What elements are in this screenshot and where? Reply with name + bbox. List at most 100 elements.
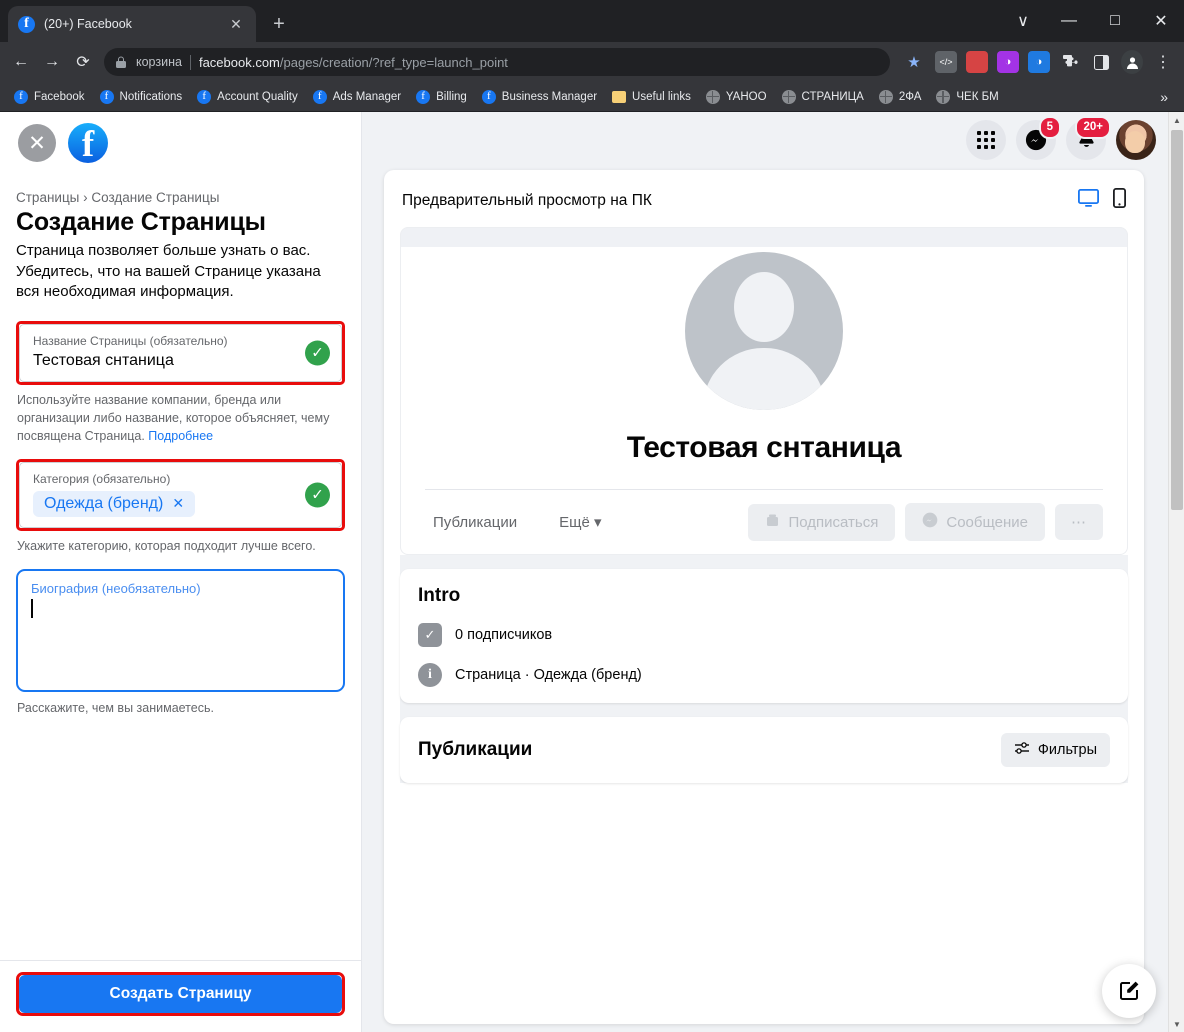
preview-tabs-row: Публикации Ещё ▾ Подписаться Сообщение ⋯: [425, 489, 1103, 554]
bookmark-label: 2ФА: [898, 90, 922, 103]
bookmark-label: Billing: [436, 90, 467, 103]
profile-picture[interactable]: [680, 247, 848, 415]
valid-check-icon: ✓: [305, 340, 330, 366]
chrome-menu-icon[interactable]: ⋮: [1149, 48, 1177, 76]
tab-posts[interactable]: Публикации: [425, 510, 525, 535]
main-content: 5 20+ Предварительный просмотр на ПК Тес…: [362, 112, 1184, 1032]
bookmark-star-icon[interactable]: ★: [899, 48, 929, 76]
chevron-down-icon: ▾: [593, 514, 602, 531]
category-chip[interactable]: Одежда (бренд) ✕: [33, 490, 196, 517]
globe-icon: [878, 89, 893, 104]
bookmark-chek-bm[interactable]: ЧЕК БМ: [930, 87, 1004, 107]
bookmark-notifications[interactable]: f Notifications: [94, 87, 189, 107]
bookmark-business-manager[interactable]: f Business Manager: [476, 87, 603, 107]
messenger-icon[interactable]: 5: [1016, 116, 1061, 160]
tab-more[interactable]: Ещё ▾: [551, 509, 609, 535]
scroll-up-icon[interactable]: ▲: [1169, 112, 1184, 128]
tab-more-label: Ещё: [559, 514, 590, 531]
posts-title: Публикации: [418, 739, 533, 760]
scroll-down-icon[interactable]: ▼: [1169, 1016, 1184, 1032]
more-options-icon[interactable]: ⋯: [1055, 504, 1103, 540]
preview-device-toggle: [1077, 187, 1126, 213]
new-tab-button[interactable]: +: [265, 10, 293, 38]
bookmark-stranitsa[interactable]: СТРАНИЦА: [776, 87, 870, 107]
filters-button[interactable]: Фильтры: [1000, 733, 1110, 767]
facebook-icon: f: [312, 89, 327, 104]
message-button[interactable]: Сообщение: [905, 503, 1045, 541]
follow-icon: [765, 513, 780, 532]
bookmark-yahoo[interactable]: YAHOO: [700, 87, 773, 107]
browser-tab[interactable]: f (20+) Facebook ✕: [8, 6, 256, 42]
minimize-icon[interactable]: —: [1046, 0, 1092, 42]
learn-more-link[interactable]: Подробнее: [148, 429, 213, 443]
bio-label: Биография (необязательно): [31, 580, 201, 596]
bookmark-label: Business Manager: [501, 90, 598, 103]
message-label: Сообщение: [946, 513, 1028, 531]
category-label: Категория (обязательно): [33, 472, 171, 486]
bookmark-label: Notifications: [119, 90, 183, 103]
browser-window: f (20+) Facebook ✕ + ∨ — □ ✕ ← → ⟳ корзи…: [0, 0, 1184, 1032]
site-label: корзина: [136, 55, 182, 69]
code-extension-icon[interactable]: </>: [935, 51, 957, 73]
bookmark-useful-links[interactable]: Useful links: [606, 88, 697, 106]
create-page-button[interactable]: Создать Страницу: [19, 975, 342, 1013]
bookmark-facebook[interactable]: f Facebook: [8, 87, 91, 107]
posts-card: Публикации Фильтры: [400, 717, 1128, 783]
folder-icon: [612, 90, 627, 103]
page-scrollbar[interactable]: ▲ ▼: [1168, 112, 1184, 1032]
close-icon[interactable]: ✕: [226, 14, 246, 34]
compose-icon[interactable]: [1102, 964, 1156, 1018]
bio-textarea[interactable]: Биография (необязательно): [16, 568, 345, 692]
facebook-icon: f: [99, 89, 114, 104]
bookmark-2fa[interactable]: 2ФА: [873, 87, 928, 107]
reload-icon[interactable]: ⟳: [69, 48, 97, 76]
scrollbar-thumb[interactable]: [1171, 130, 1183, 510]
bell-icon[interactable]: 20+: [1066, 116, 1111, 160]
maximize-icon[interactable]: □: [1092, 0, 1138, 42]
follow-button[interactable]: Подписаться: [748, 503, 896, 541]
globe-icon: [705, 89, 720, 104]
adblock-extension-icon[interactable]: [966, 51, 988, 73]
facebook-logo-icon[interactable]: f: [68, 123, 108, 163]
preview-page-name: Тестовая снтаница: [626, 431, 902, 464]
forward-icon[interactable]: →: [38, 48, 66, 76]
back-icon[interactable]: ←: [7, 48, 35, 76]
bookmarks-overflow-icon[interactable]: »: [1152, 89, 1176, 105]
page-name-input[interactable]: Название Страницы (обязательно) Тестовая…: [19, 323, 342, 382]
chevron-down-icon[interactable]: ∨: [1000, 0, 1046, 42]
close-window-icon[interactable]: ✕: [1138, 0, 1184, 42]
divider: [189, 54, 191, 70]
desktop-icon[interactable]: [1077, 188, 1100, 213]
facebook-icon: f: [197, 89, 212, 104]
category-field-highlight: Категория (обязательно) Одежда (бренд) ✕…: [16, 459, 345, 531]
sidepanel-icon[interactable]: [1087, 48, 1115, 76]
category-input[interactable]: Категория (обязательно) Одежда (бренд) ✕…: [19, 462, 342, 528]
blue-extension-icon[interactable]: ◑: [1028, 51, 1050, 73]
avatar[interactable]: [1116, 120, 1156, 160]
intro-row-followers: ✓ 0 подписчиков: [418, 623, 1110, 647]
puzzle-extensions-icon[interactable]: [1056, 48, 1084, 76]
facebook-icon: f: [481, 89, 496, 104]
profile-avatar-icon[interactable]: [1121, 50, 1143, 74]
bookmark-label: Account Quality: [217, 90, 298, 103]
purple-extension-icon[interactable]: ◑: [997, 51, 1019, 73]
grid-dots: [977, 131, 995, 149]
bookmark-label: СТРАНИЦА: [801, 90, 864, 103]
bookmark-label: ЧЕК БМ: [956, 90, 999, 103]
bookmark-ads-manager[interactable]: f Ads Manager: [307, 87, 407, 107]
preview-title: Предварительный просмотр на ПК: [402, 191, 652, 209]
bookmark-account-quality[interactable]: f Account Quality: [191, 87, 304, 107]
window-controls: ∨ — □ ✕: [1000, 0, 1184, 42]
address-bar[interactable]: корзина facebook.com/pages/creation/?ref…: [104, 48, 890, 76]
grid-menu-icon[interactable]: [966, 120, 1006, 160]
page-name-helper: Используйте название компании, бренда ил…: [17, 391, 344, 445]
preview-actions: Подписаться Сообщение ⋯: [748, 503, 1103, 541]
mobile-icon[interactable]: [1112, 187, 1126, 213]
page-creation-sidebar: ✕ f Страницы › Создание Страницы Создани…: [0, 112, 362, 1032]
close-icon[interactable]: ✕: [18, 124, 56, 162]
bookmark-billing[interactable]: f Billing: [410, 87, 473, 107]
close-icon[interactable]: ✕: [172, 495, 184, 512]
preview-card: Предварительный просмотр на ПК Тестовая …: [384, 170, 1144, 1024]
lock-icon: [116, 56, 128, 68]
messenger-badge: 5: [1038, 116, 1061, 139]
